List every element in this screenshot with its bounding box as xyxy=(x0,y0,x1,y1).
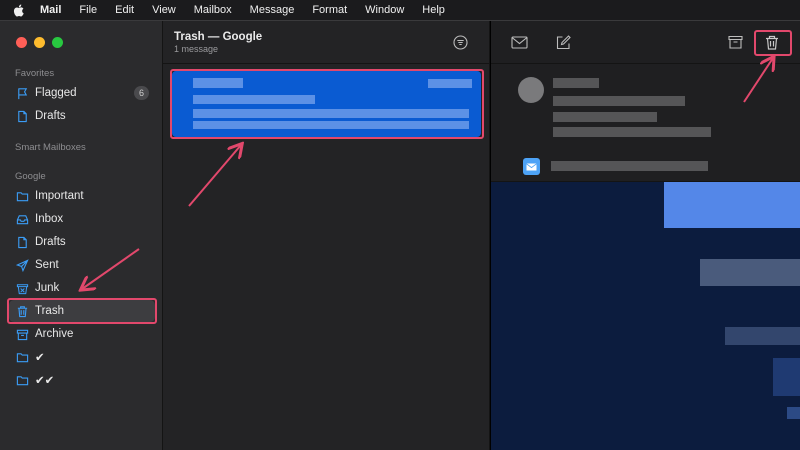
archive-icon xyxy=(15,327,29,341)
mailbox-title: Trash — Google xyxy=(174,31,263,43)
sidebar-item-label: Junk xyxy=(35,282,60,294)
trash-icon xyxy=(15,304,29,318)
menu-view[interactable]: View xyxy=(143,0,185,20)
sidebar-item-label: Important xyxy=(35,190,84,202)
filter-icon[interactable] xyxy=(453,35,468,50)
section-favorites: Favorites xyxy=(15,68,55,79)
sidebar-item-label: Trash xyxy=(35,305,64,317)
sidebar-item-inbox[interactable]: Inbox xyxy=(9,208,155,230)
sidebar: Favorites Flagged 6 Drafts Smart Mailbox… xyxy=(0,21,163,450)
divider xyxy=(163,63,490,64)
menu-help[interactable]: Help xyxy=(413,0,454,20)
sidebar-item-flagged[interactable]: Flagged 6 xyxy=(9,82,155,104)
message-row-selected[interactable] xyxy=(172,71,481,137)
redacted-body-block xyxy=(725,327,800,345)
sidebar-item-archive[interactable]: Archive xyxy=(9,323,155,345)
redacted-date xyxy=(428,79,472,88)
menu-file[interactable]: File xyxy=(70,0,106,20)
flag-icon xyxy=(15,86,29,100)
folder-icon xyxy=(15,189,29,203)
message-list-pane: Trash — Google 1 message xyxy=(163,21,490,450)
zoom-window-button[interactable] xyxy=(52,37,63,48)
menu-mail[interactable]: Mail xyxy=(36,0,70,20)
redacted-body-block xyxy=(787,407,800,419)
archive-icon[interactable] xyxy=(726,33,744,51)
sidebar-item-sent[interactable]: Sent xyxy=(9,254,155,276)
sidebar-item-drafts-favorite[interactable]: Drafts xyxy=(9,105,155,127)
menu-message[interactable]: Message xyxy=(241,0,304,20)
sidebar-item-label: Archive xyxy=(35,328,74,340)
redacted-body-block xyxy=(773,358,800,396)
redacted-sender xyxy=(193,78,243,88)
section-google: Google xyxy=(15,171,46,182)
menu-edit[interactable]: Edit xyxy=(106,0,143,20)
redacted-sender xyxy=(553,78,599,88)
folder-icon xyxy=(15,373,29,387)
redacted-banner-text xyxy=(551,161,708,171)
redacted-body-block xyxy=(700,259,800,286)
compose-icon[interactable] xyxy=(554,33,572,51)
redacted-details xyxy=(553,127,711,137)
mail-app-icon xyxy=(523,158,540,175)
apple-logo-icon[interactable] xyxy=(0,4,36,17)
trash-icon[interactable] xyxy=(763,33,781,51)
sidebar-item-label: ✔✔ xyxy=(35,375,55,387)
mail-window: Favorites Flagged 6 Drafts Smart Mailbox… xyxy=(0,20,800,450)
sidebar-item-label: Drafts xyxy=(35,236,66,248)
redacted-recipient xyxy=(553,112,657,122)
unread-badge: 6 xyxy=(134,86,149,100)
minimize-window-button[interactable] xyxy=(34,37,45,48)
menu-format[interactable]: Format xyxy=(303,0,356,20)
redacted-subject xyxy=(193,95,315,104)
folder-icon xyxy=(15,350,29,364)
inbox-icon xyxy=(15,212,29,226)
sidebar-item-label: Drafts xyxy=(35,110,66,122)
window-controls xyxy=(16,37,63,48)
avatar xyxy=(518,77,544,103)
redacted-preview-line xyxy=(193,109,469,118)
redacted-preview-line xyxy=(193,121,469,129)
envelope-icon[interactable] xyxy=(510,33,528,51)
menu-mailbox[interactable]: Mailbox xyxy=(185,0,241,20)
menu-window[interactable]: Window xyxy=(356,0,413,20)
sidebar-item-important[interactable]: Important xyxy=(9,185,155,207)
divider xyxy=(491,63,800,64)
sidebar-item-label: Flagged xyxy=(35,87,77,99)
sidebar-item-junk[interactable]: Junk xyxy=(9,277,155,299)
close-window-button[interactable] xyxy=(16,37,27,48)
document-icon xyxy=(15,235,29,249)
sidebar-item-label: ✔ xyxy=(35,352,45,364)
redacted-subject xyxy=(553,96,685,106)
sidebar-item-double-check-folder[interactable]: ✔✔ xyxy=(9,369,155,391)
redacted-body-block xyxy=(664,182,800,228)
menu-bar: Mail File Edit View Mailbox Message Form… xyxy=(0,0,800,20)
sidebar-item-trash[interactable]: Trash xyxy=(9,300,155,322)
paperplane-icon xyxy=(15,258,29,272)
document-icon xyxy=(15,109,29,123)
sidebar-item-label: Sent xyxy=(35,259,59,271)
message-body xyxy=(491,182,800,450)
reading-pane xyxy=(491,21,800,450)
message-count: 1 message xyxy=(174,44,219,54)
sidebar-item-drafts[interactable]: Drafts xyxy=(9,231,155,253)
sidebar-item-check-folder[interactable]: ✔ xyxy=(9,346,155,368)
section-smart-mailboxes: Smart Mailboxes xyxy=(15,142,86,153)
sidebar-item-label: Inbox xyxy=(35,213,64,225)
junk-icon xyxy=(15,281,29,295)
